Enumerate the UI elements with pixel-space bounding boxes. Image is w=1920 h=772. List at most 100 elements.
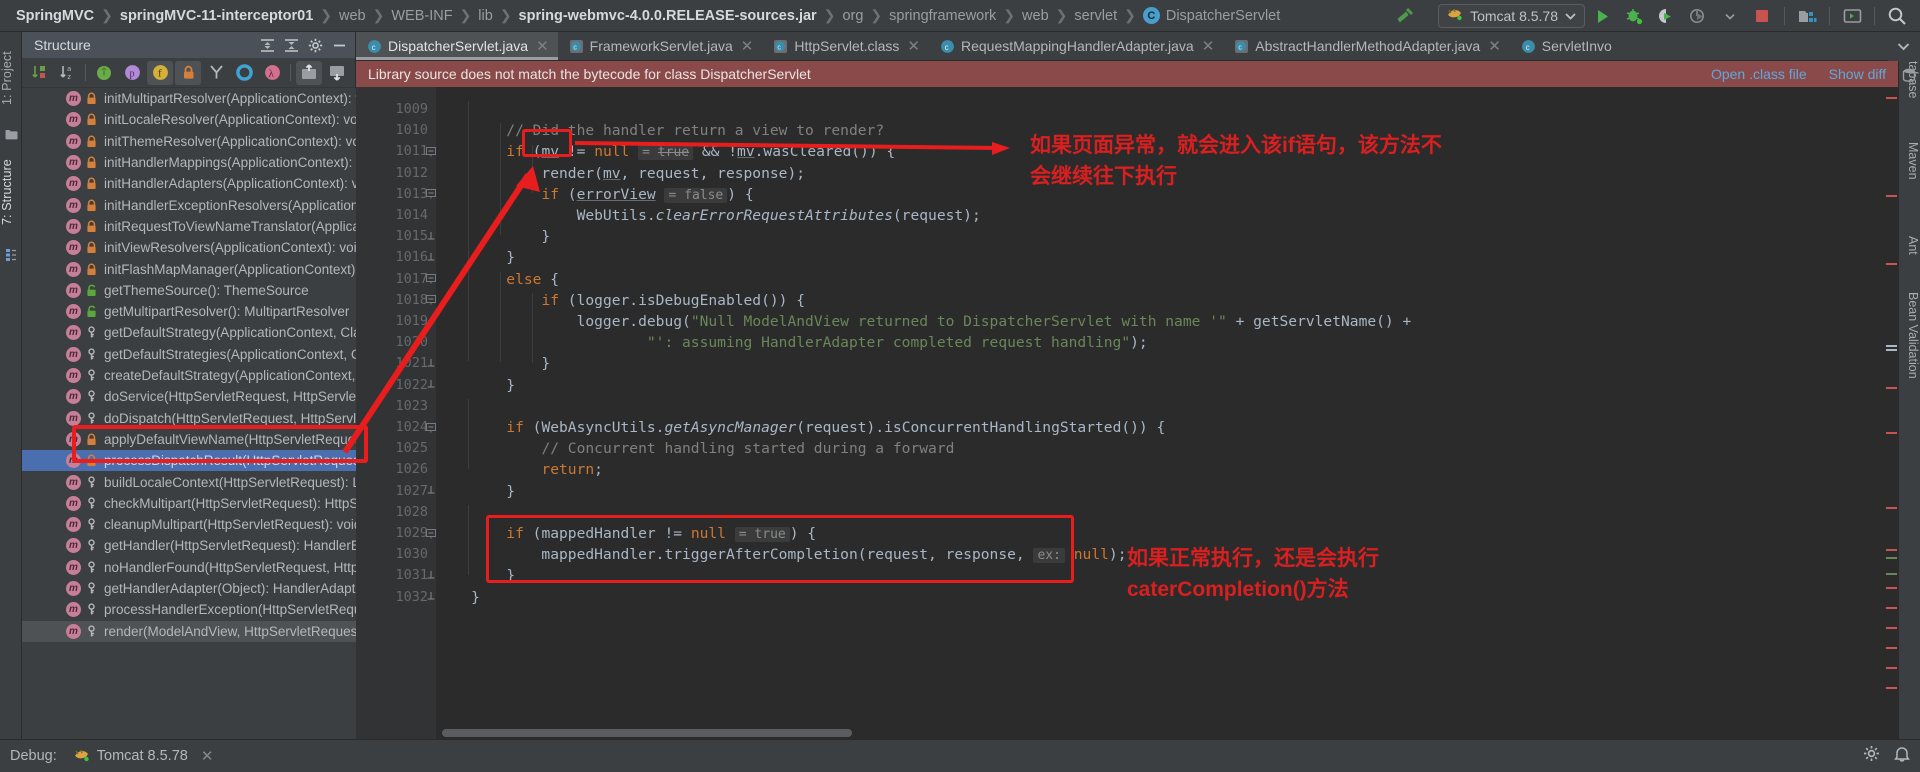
sidebar-tab-bean-validation[interactable]: Bean Validation (1898, 280, 1920, 390)
error-marker[interactable] (1886, 687, 1897, 689)
structure-item[interactable]: m processHandlerException(HttpServletRequ (22, 599, 356, 620)
breadcrumb-item[interactable]: SpringMVC (16, 8, 94, 24)
structure-item[interactable]: m getDefaultStrategies(ApplicationContext… (22, 344, 356, 365)
breadcrumb-item[interactable]: web (339, 8, 366, 24)
error-marker[interactable] (1886, 432, 1897, 434)
project-structure-button[interactable] (1792, 3, 1822, 29)
run-with-coverage-button[interactable] (1651, 3, 1681, 29)
structure-item[interactable]: m noHandlerFound(HttpServletRequest, Http (22, 557, 356, 578)
editor-tab-bar[interactable]: c DispatcherServlet.java ✕ c FrameworkServle… (356, 32, 1898, 61)
error-marker[interactable] (1886, 195, 1897, 197)
structure-tree[interactable]: m initMultipartResolver(ApplicationContex… (22, 88, 356, 739)
code-line[interactable]: if (logger.isDebugEnabled()) { (436, 290, 805, 311)
code-line[interactable]: "': assuming HandlerAdapter completed re… (436, 332, 1148, 353)
fold-end-icon[interactable] (425, 375, 436, 396)
show-fields-icon[interactable]: f (147, 60, 173, 85)
change-marker[interactable] (1886, 573, 1897, 575)
fold-end-icon[interactable] (425, 353, 436, 374)
editor-tab[interactable]: c HttpServlet.class ✕ (762, 32, 929, 60)
structure-item[interactable]: m checkMultipart(HttpServletRequest): Htt… (22, 493, 356, 514)
run-button[interactable] (1587, 3, 1617, 29)
code-line[interactable]: } (436, 226, 550, 247)
code-line[interactable]: } (436, 247, 515, 268)
close-icon[interactable]: ✕ (201, 747, 214, 765)
show-non-public-icon[interactable] (175, 60, 201, 85)
chevron-down-icon[interactable] (1565, 7, 1576, 25)
editor-marker-bar[interactable] (1884, 87, 1898, 739)
editor-tab[interactable]: c ServletInvo (1510, 32, 1621, 60)
close-icon[interactable]: ✕ (1488, 37, 1501, 55)
folder-icon[interactable] (5, 128, 18, 141)
code-line[interactable]: } (436, 375, 515, 396)
expand-all-icon[interactable] (255, 34, 279, 56)
error-marker[interactable] (1886, 549, 1897, 551)
code-line[interactable]: } (436, 353, 550, 374)
fold-collapse-icon[interactable] (425, 417, 436, 438)
show-inherited-icon[interactable] (91, 61, 117, 85)
breadcrumb-item[interactable]: lib (478, 8, 493, 24)
fold-collapse-icon[interactable] (425, 184, 436, 205)
chevron-down-icon[interactable] (1888, 34, 1918, 60)
structure-item[interactable]: m doService(HttpServletRequest, HttpServl… (22, 386, 356, 407)
code-line[interactable]: logger.debug("Null ModelAndView returned… (436, 311, 1412, 332)
structure-item[interactable]: m createDefaultStrategy(ApplicationContex… (22, 365, 356, 386)
fold-end-icon[interactable] (425, 481, 436, 502)
debug-session-tab[interactable]: Tomcat 8.5.78 ✕ (73, 747, 214, 766)
change-marker[interactable] (1886, 349, 1897, 351)
code-line[interactable]: return; (436, 459, 603, 480)
stop-button[interactable] (1747, 3, 1777, 29)
error-marker[interactable] (1886, 263, 1897, 265)
structure-icon[interactable] (5, 248, 18, 261)
editor-gutter[interactable]: 1009 1010 1011 1012 1013 1014 1015 1016 1017 1018… (356, 87, 436, 739)
structure-item[interactable]: m getHandler(HttpServletRequest): Handler… (22, 535, 356, 556)
database-icon[interactable] (1902, 68, 1916, 87)
error-marker[interactable] (1886, 647, 1897, 649)
notifications-bell-icon[interactable] (1894, 745, 1910, 767)
code-line[interactable]: else { (436, 269, 559, 290)
fold-end-icon[interactable] (425, 565, 436, 586)
settings-gear-icon[interactable] (1863, 745, 1880, 767)
error-marker[interactable] (1886, 607, 1897, 609)
editor-tabs-overflow[interactable] (1888, 32, 1920, 61)
breadcrumb-item[interactable]: spring-webmvc-4.0.0.RELEASE-sources.jar (519, 8, 817, 24)
error-marker[interactable] (1886, 627, 1897, 629)
fold-collapse-icon[interactable] (425, 523, 436, 544)
debug-button[interactable] (1619, 3, 1649, 29)
sidebar-tab-maven[interactable]: Maven (1898, 132, 1920, 190)
sidebar-tab-structure[interactable]: 7: Structure (0, 144, 22, 240)
breadcrumb-item[interactable]: springMVC-11-interceptor01 (120, 8, 313, 24)
sort-alphabetically-icon[interactable]: az (54, 61, 80, 85)
code-line[interactable]: } (436, 587, 480, 608)
breadcrumb-item[interactable]: WEB-INF (391, 8, 452, 24)
run-configuration-selector[interactable]: Tomcat 8.5.78 (1438, 4, 1585, 28)
code-line[interactable]: if (errorView = false) { (436, 184, 754, 205)
fold-collapse-icon[interactable] (425, 290, 436, 311)
structure-item[interactable]: m getThemeSource(): ThemeSource (22, 280, 356, 301)
structure-item[interactable]: m cleanupMultipart(HttpServletRequest): v… (22, 514, 356, 535)
structure-item[interactable]: m initHandlerAdapters(ApplicationContext)… (22, 173, 356, 194)
code-line[interactable]: if (mv != null = true && !mv.wasCleared(… (436, 141, 895, 162)
structure-item[interactable]: m initLocaleResolver(ApplicationContext):… (22, 109, 356, 130)
structure-item[interactable]: m getDefaultStrategy(ApplicationContext, … (22, 322, 356, 343)
error-marker[interactable] (1886, 387, 1897, 389)
code-line[interactable]: render(mv, request, response); (436, 163, 805, 184)
show-properties-icon[interactable]: p (119, 61, 145, 85)
change-marker[interactable] (1886, 345, 1897, 347)
code-line[interactable]: // Concurrent handling started during a … (436, 438, 954, 459)
close-icon[interactable]: ✕ (536, 37, 549, 55)
editor-tab[interactable]: c DispatcherServlet.java ✕ (356, 32, 558, 60)
structure-item[interactable]: m getHandlerAdapter(Object): HandlerAdapt… (22, 578, 356, 599)
fold-collapse-icon[interactable] (425, 269, 436, 290)
terminal-button[interactable] (1837, 3, 1867, 29)
error-marker[interactable] (1886, 587, 1897, 589)
breadcrumb[interactable]: SpringMVC ❯ springMVC-11-interceptor01 ❯ web… (0, 7, 1280, 24)
code-line[interactable]: if (WebAsyncUtils.getAsyncManager(reques… (436, 417, 1165, 438)
structure-item[interactable]: m initHandlerMappings(ApplicationContext)… (22, 152, 356, 173)
breadcrumb-item[interactable]: springframework (889, 8, 996, 24)
search-everywhere-button[interactable] (1882, 3, 1912, 29)
structure-item[interactable]: m initHandlerExceptionResolvers(Applicati… (22, 195, 356, 216)
breadcrumb-item-class[interactable]: C DispatcherServlet (1142, 7, 1280, 24)
close-icon[interactable]: ✕ (741, 37, 754, 55)
editor-tab[interactable]: c RequestMappingHandlerAdapter.java ✕ (929, 32, 1223, 60)
editor-tab[interactable]: c AbstractHandlerMethodAdapter.java ✕ (1223, 32, 1510, 60)
